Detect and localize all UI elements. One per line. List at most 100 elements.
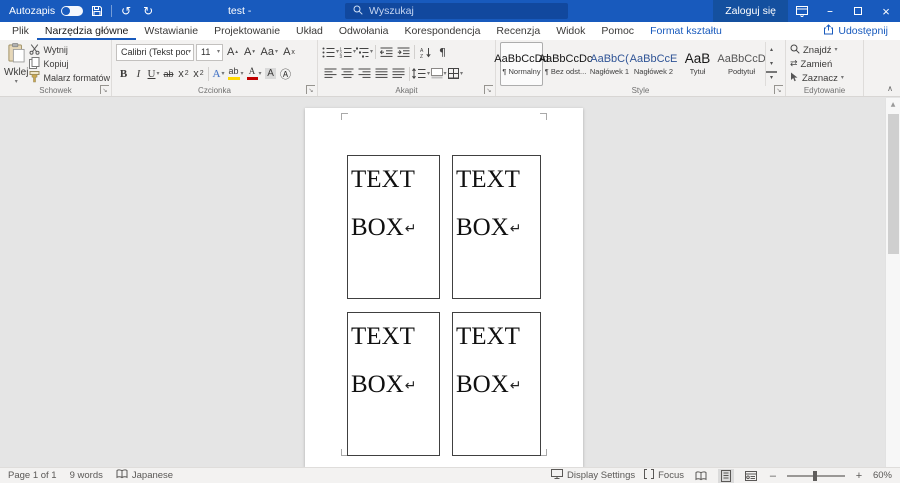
decrease-indent-button[interactable] xyxy=(378,43,395,61)
distribute-button[interactable] xyxy=(390,65,407,83)
minimize-button[interactable]: – xyxy=(816,0,844,22)
search-input[interactable] xyxy=(369,5,560,17)
language-indicator[interactable]: Japanese xyxy=(116,469,173,482)
page[interactable]: TEXT BOX↵ TEXT BOX↵ TEXT BOX↵ TEXT BOX↵ xyxy=(305,108,583,467)
close-button[interactable]: × xyxy=(872,0,900,22)
align-center-button[interactable] xyxy=(339,65,356,83)
zoom-slider-thumb[interactable] xyxy=(813,470,818,481)
replace-button[interactable]: ⇄ Zamień xyxy=(790,57,860,71)
share-button[interactable]: Udostępnij xyxy=(811,22,900,40)
zoom-in-button[interactable]: + xyxy=(854,470,864,482)
text-effects-button[interactable]: A ▾ xyxy=(211,65,226,83)
bullets-button[interactable]: ▾ xyxy=(322,43,339,61)
align-left-button[interactable] xyxy=(322,65,339,83)
shading-button[interactable]: ▾ xyxy=(430,65,447,83)
sign-in-button[interactable]: Zaloguj się xyxy=(713,0,788,22)
strikethrough-button[interactable]: ab xyxy=(161,65,176,83)
vertical-scrollbar[interactable]: ▲ xyxy=(885,98,900,467)
style-card[interactable]: AaB Tytuł xyxy=(676,42,719,86)
highlight-color-button[interactable]: ab ▾ xyxy=(226,65,245,83)
read-mode-button[interactable] xyxy=(693,469,709,483)
text-box[interactable]: TEXT BOX↵ xyxy=(347,155,440,299)
ribbon-tab[interactable]: Narzędzia główne xyxy=(37,22,136,40)
save-icon[interactable] xyxy=(89,2,105,20)
underline-button[interactable]: U ▾ xyxy=(146,65,161,83)
text-box[interactable]: TEXT BOX↵ xyxy=(452,312,541,456)
italic-button[interactable]: I xyxy=(131,65,146,83)
style-card[interactable]: AaBbCcDd ¶ Normalny xyxy=(494,42,549,86)
grow-font-button[interactable]: A ▴ xyxy=(225,43,240,61)
change-case-button[interactable]: Aa ▾ xyxy=(259,43,279,61)
enclose-characters-button[interactable]: Ⓐ xyxy=(278,65,293,83)
justify-button[interactable] xyxy=(373,65,390,83)
scrollbar-thumb[interactable] xyxy=(888,114,899,254)
format-painter-button[interactable]: Malarz formatów xyxy=(29,71,110,85)
line-spacing-button[interactable]: ▾ xyxy=(412,65,430,83)
clear-formatting-button[interactable]: Ax xyxy=(281,43,296,61)
style-card[interactable]: AaBbCcE Nagłówek 2 xyxy=(630,42,678,86)
ribbon-display-options-icon[interactable] xyxy=(788,0,816,22)
style-card[interactable]: AaBbCcDc ¶ Bez odst... xyxy=(539,42,593,86)
ribbon-tab[interactable]: Korespondencja xyxy=(397,22,489,40)
ribbon-tab[interactable]: Widok xyxy=(548,22,593,40)
superscript-button[interactable]: x2 xyxy=(191,65,206,83)
font-name-combo[interactable]: Calibri (Tekst pod ▾ xyxy=(116,43,194,61)
ribbon-tab[interactable]: Układ xyxy=(288,22,331,40)
font-color-button[interactable]: A ▾ xyxy=(245,65,263,83)
ribbon-tab[interactable]: Format kształtu xyxy=(642,22,730,40)
numbering-button[interactable]: 123 ▾ xyxy=(339,43,357,61)
print-layout-button[interactable] xyxy=(717,468,734,483)
zoom-slider[interactable] xyxy=(786,470,845,481)
copy-button[interactable]: Kopiuj xyxy=(29,57,110,71)
dialog-launcher-icon[interactable]: ↘ xyxy=(774,85,783,94)
text-box[interactable]: TEXT BOX↵ xyxy=(347,312,440,456)
cut-button[interactable]: Wytnij xyxy=(29,43,110,57)
show-formatting-marks-button[interactable]: ¶ xyxy=(434,43,451,61)
ribbon-tab[interactable]: Recenzja xyxy=(488,22,548,40)
ribbon-tab[interactable]: Pomoc xyxy=(593,22,642,40)
select-button[interactable]: Zaznacz ▾ xyxy=(790,71,860,85)
dialog-launcher-icon[interactable]: ↘ xyxy=(306,85,315,94)
scroll-up-icon[interactable]: ▲ xyxy=(886,98,900,112)
multilevel-list-button[interactable]: ▾ xyxy=(356,43,373,61)
text-box[interactable]: TEXT BOX↵ xyxy=(452,155,541,299)
find-button[interactable]: Znajdź ▾ xyxy=(790,43,860,57)
style-card[interactable]: AaBbC( Nagłówek 1 xyxy=(588,42,631,86)
dialog-launcher-icon[interactable]: ↘ xyxy=(484,85,493,94)
page-indicator[interactable]: Page 1 of 1 xyxy=(8,470,57,481)
align-right-button[interactable] xyxy=(356,65,373,83)
styles-more-icon[interactable]: ▾ xyxy=(766,71,777,82)
focus-button[interactable]: Focus xyxy=(644,469,684,482)
ribbon-tab-bar: Plik Narzędzia główne Wstawianie Projektow… xyxy=(0,22,900,40)
zoom-level[interactable]: 60% xyxy=(873,470,892,481)
word-count[interactable]: 9 words xyxy=(70,470,103,481)
maximize-button[interactable] xyxy=(844,0,872,22)
paste-button[interactable]: Wklej ▾ xyxy=(4,42,28,85)
redo-icon[interactable]: ↻ xyxy=(140,2,156,20)
display-settings-button[interactable]: Display Settings xyxy=(550,469,635,482)
style-card[interactable]: AaBbCcD Podtytuł xyxy=(717,42,765,86)
undo-icon[interactable]: ↺ xyxy=(118,2,134,20)
web-layout-button[interactable] xyxy=(743,469,759,483)
sort-button[interactable]: AZ xyxy=(417,43,434,61)
increase-indent-button[interactable] xyxy=(395,43,412,61)
ribbon-tab[interactable]: Projektowanie xyxy=(206,22,288,40)
bold-button[interactable]: B xyxy=(116,65,131,83)
zoom-out-button[interactable]: – xyxy=(768,470,778,482)
tab-file[interactable]: Plik xyxy=(4,22,37,40)
styles-scroll-up-icon[interactable]: ▴ xyxy=(766,42,777,56)
collapse-ribbon-icon[interactable]: ∧ xyxy=(887,84,893,93)
character-shading-button[interactable]: A xyxy=(263,65,278,83)
subscript-button[interactable]: x2 xyxy=(176,65,191,83)
dialog-launcher-icon[interactable]: ↘ xyxy=(100,85,109,94)
line-break-mark: ↵ xyxy=(404,221,417,237)
font-size-combo[interactable]: 11 ▾ xyxy=(196,43,223,61)
document-area[interactable]: TEXT BOX↵ TEXT BOX↵ TEXT BOX↵ TEXT BOX↵ … xyxy=(0,98,900,467)
ribbon-tab[interactable]: Wstawianie xyxy=(136,22,206,40)
borders-button[interactable]: ▾ xyxy=(447,65,464,83)
styles-scroll-down-icon[interactable]: ▾ xyxy=(766,56,777,70)
shrink-font-button[interactable]: A ▾ xyxy=(242,43,257,61)
search-box[interactable] xyxy=(345,3,568,19)
ribbon-tab[interactable]: Odwołania xyxy=(331,22,397,40)
autosave-toggle[interactable] xyxy=(61,6,84,16)
